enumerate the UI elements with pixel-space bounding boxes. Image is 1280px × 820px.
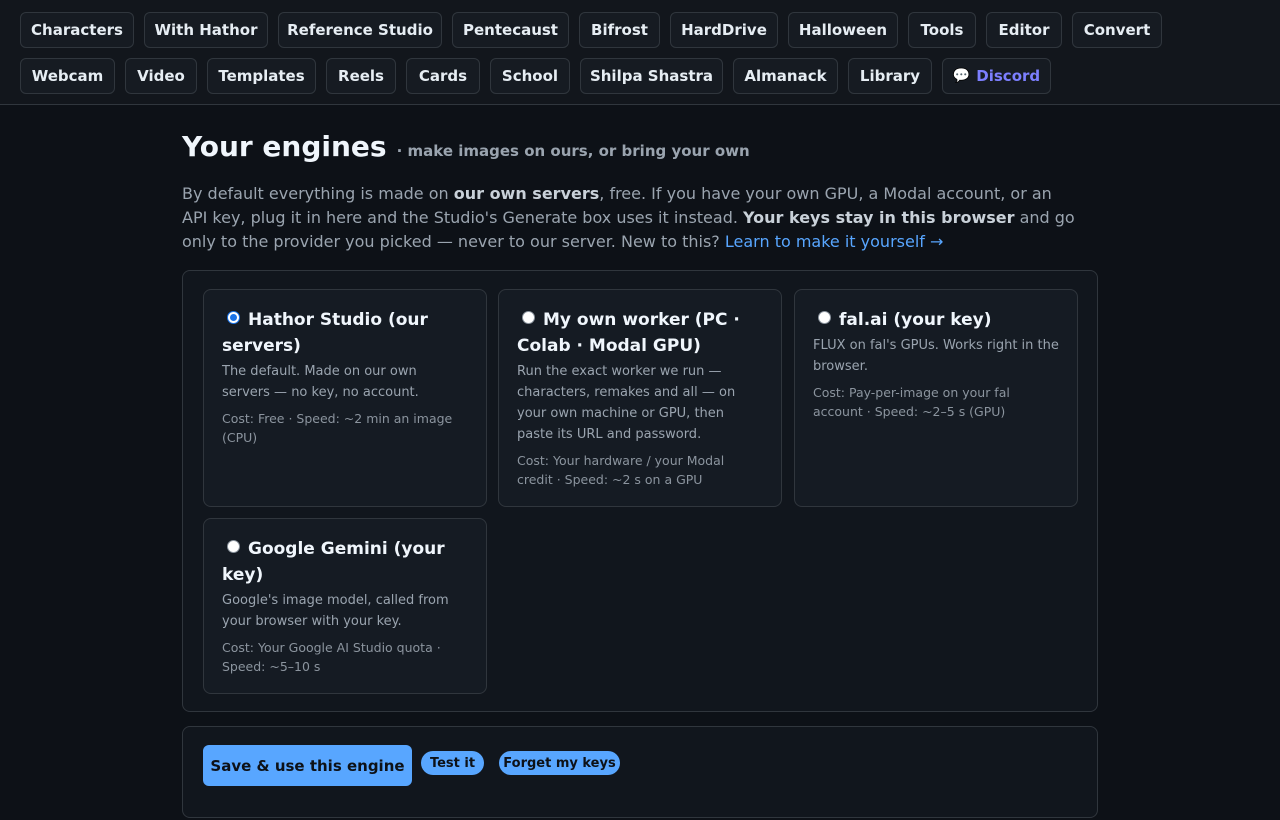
save-engine-button[interactable]: Save & use this engine — [203, 745, 412, 786]
engine-card-hathor[interactable]: Hathor Studio (our servers) The default.… — [203, 289, 487, 507]
engine-selector-panel: Hathor Studio (our servers) The default.… — [182, 270, 1098, 712]
speech-bubble-icon: 💬 — [952, 68, 971, 84]
heading-row: Your engines · make images on ours, or b… — [182, 130, 750, 163]
nav-shilpa-shastra[interactable]: Shilpa Shastra — [580, 58, 723, 94]
page-subtitle: · make images on ours, or bring your own — [396, 142, 750, 160]
radio-icon[interactable] — [227, 540, 240, 553]
nav-reference-studio[interactable]: Reference Studio — [278, 12, 442, 48]
intro-bold-2: Your keys stay in this browser — [743, 208, 1015, 227]
nav-cards[interactable]: Cards — [406, 58, 480, 94]
engine-card-desc: Run the exact worker we run — characters… — [517, 364, 736, 442]
nav-halloween[interactable]: Halloween — [788, 12, 898, 48]
nav-characters[interactable]: Characters — [20, 12, 134, 48]
engine-title-text: Google Gemini (your key) — [222, 539, 445, 585]
engine-title-text: My own worker (PC · Colab · Modal GPU) — [517, 310, 740, 356]
nav-editor[interactable]: Editor — [986, 12, 1062, 48]
learn-link[interactable]: Learn to make it yourself → — [725, 232, 944, 251]
action-panel: Save & use this engine Test it Forget my… — [182, 726, 1098, 818]
engine-card-title: My own worker (PC · Colab · Modal GPU) — [517, 307, 763, 359]
nav-templates[interactable]: Templates — [207, 58, 316, 94]
nav-almanack[interactable]: Almanack — [733, 58, 838, 94]
nav-convert[interactable]: Convert — [1072, 12, 1162, 48]
engine-card-cost: Cost: Your Google AI Studio quota · Spee… — [222, 640, 441, 674]
engine-card-desc: FLUX on fal's GPUs. Works right in the b… — [813, 338, 1059, 374]
engine-card-desc: The default. Made on our own servers — n… — [222, 364, 419, 400]
nav-harddrive[interactable]: HardDrive — [670, 12, 778, 48]
engine-title-text: Hathor Studio (our servers) — [222, 310, 428, 356]
nav-library[interactable]: Library — [848, 58, 932, 94]
intro-paragraph: By default everything is made on our own… — [182, 182, 1082, 254]
engine-card-title: Hathor Studio (our servers) — [222, 307, 468, 359]
nav-webcam[interactable]: Webcam — [20, 58, 115, 94]
engine-card-cost: Cost: Your hardware / your Modal credit … — [517, 453, 725, 487]
engine-card-title: Google Gemini (your key) — [222, 536, 468, 588]
forget-keys-button[interactable]: Forget my keys — [499, 751, 620, 775]
nav-video[interactable]: Video — [125, 58, 197, 94]
intro-text-1: By default everything is made on — [182, 184, 454, 203]
radio-selected-icon[interactable] — [227, 311, 240, 324]
engine-card-own-worker[interactable]: My own worker (PC · Colab · Modal GPU) R… — [498, 289, 782, 507]
nav-reels[interactable]: Reels — [326, 58, 396, 94]
engine-card-title: fal.ai (your key) — [813, 307, 1059, 333]
page-title: Your engines — [182, 130, 387, 163]
engine-card-desc: Google's image model, called from your b… — [222, 593, 449, 629]
engine-title-text: fal.ai (your key) — [839, 310, 992, 330]
nav-pentecaust[interactable]: Pentecaust — [452, 12, 569, 48]
test-button[interactable]: Test it — [421, 751, 484, 775]
engine-card-fal[interactable]: fal.ai (your key) FLUX on fal's GPUs. Wo… — [794, 289, 1078, 507]
nav-with-hathor[interactable]: With Hathor — [144, 12, 268, 48]
engine-card-cost: Cost: Pay-per-image on your fal account … — [813, 385, 1010, 419]
intro-bold-1: our own servers — [453, 184, 600, 203]
nav-bifrost[interactable]: Bifrost — [579, 12, 660, 48]
top-navigation: Characters With Hathor Reference Studio … — [0, 0, 1280, 105]
nav-discord-label: Discord — [976, 67, 1041, 85]
nav-school[interactable]: School — [490, 58, 570, 94]
engine-card-gemini[interactable]: Google Gemini (your key) Google's image … — [203, 518, 487, 694]
radio-icon[interactable] — [818, 311, 831, 324]
nav-discord[interactable]: 💬 Discord — [942, 58, 1051, 94]
radio-icon[interactable] — [522, 311, 535, 324]
nav-tools[interactable]: Tools — [908, 12, 976, 48]
engine-card-cost: Cost: Free · Speed: ~2 min an image (CPU… — [222, 411, 453, 445]
